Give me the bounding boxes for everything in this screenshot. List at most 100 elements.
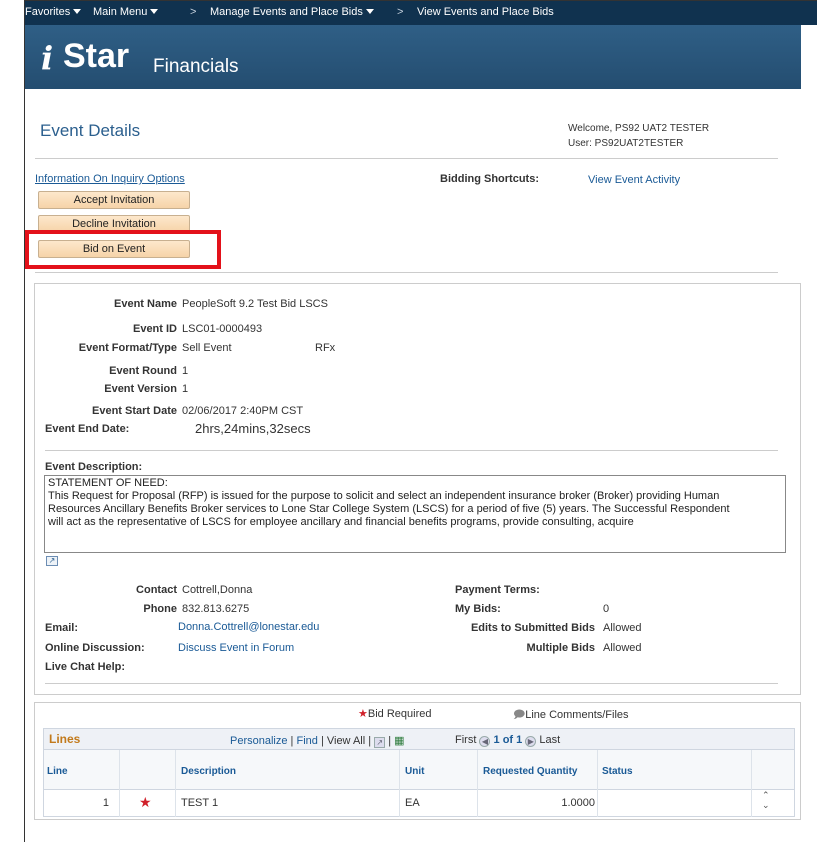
- divider: [45, 683, 778, 684]
- column-divider: [477, 750, 478, 817]
- top-nav-bar: Favorites Main Menu > Manage Events and …: [25, 1, 817, 25]
- highlight-box: [25, 230, 221, 269]
- personalize-link[interactable]: Personalize: [230, 735, 287, 747]
- online-discussion-label: Online Discussion:: [45, 642, 145, 654]
- email-link[interactable]: Donna.Cottrell@lonestar.edu: [178, 621, 319, 633]
- bidding-shortcuts-label: Bidding Shortcuts:: [440, 173, 539, 185]
- column-divider: [751, 750, 752, 817]
- chevron-down-icon: [365, 9, 374, 14]
- event-start-label: Event Start Date: [92, 405, 177, 417]
- breadcrumb-separator: >: [190, 6, 197, 18]
- main-menu[interactable]: Main Menu: [93, 6, 159, 18]
- line-comments-text: Line Comments/Files: [525, 709, 629, 721]
- pipe-separator: |: [320, 735, 324, 747]
- chevron-down-icon[interactable]: ⌄: [762, 800, 770, 810]
- line-comments-legend: 🗩Line Comments/Files: [513, 706, 629, 725]
- event-round-value: 1: [182, 365, 189, 377]
- event-end-label: Event End Date:: [45, 423, 130, 435]
- my-bids-value: 0: [603, 603, 610, 615]
- event-type-value: RFx: [315, 342, 336, 354]
- lines-grid-title: Lines: [49, 732, 81, 746]
- required-star-icon: ★: [139, 794, 152, 810]
- view-all-link[interactable]: View All: [327, 735, 365, 747]
- multiple-bids-value: Allowed: [603, 642, 642, 654]
- favorites-menu[interactable]: Favorites: [25, 6, 82, 18]
- welcome-block: Welcome, PS92 UAT2 TESTER User: PS92UAT2…: [568, 121, 709, 151]
- comment-bubble-icon: 🗩: [513, 709, 526, 721]
- find-link[interactable]: Find: [296, 735, 317, 747]
- expand-icon[interactable]: ↗: [46, 556, 58, 566]
- divider: [35, 158, 778, 159]
- next-icon[interactable]: ▶: [525, 736, 537, 747]
- pipe-separator: |: [368, 735, 372, 747]
- welcome-text: Welcome, PS92 UAT2 TESTER: [568, 123, 710, 134]
- column-divider: [399, 750, 400, 817]
- edits-submitted-bids-label: Edits to Submitted Bids: [470, 622, 595, 634]
- previous-icon[interactable]: ◀: [479, 736, 491, 747]
- new-window-icon[interactable]: ↗: [374, 737, 386, 748]
- logo-financials: Financials: [153, 56, 239, 77]
- chevron-down-icon: [73, 9, 82, 14]
- lines-grid-toolbar: [43, 728, 795, 750]
- contact-value: Cottrell,Donna: [182, 584, 253, 596]
- event-round-label: Event Round: [109, 365, 177, 377]
- event-id-label: Event ID: [132, 323, 177, 335]
- column-header-description[interactable]: Description: [181, 766, 236, 777]
- breadcrumb-manage-events-label: Manage Events and Place Bids: [210, 6, 363, 18]
- view-event-activity-link[interactable]: View Event Activity: [588, 174, 680, 186]
- bid-required-legend: ★Bid Required: [358, 707, 431, 720]
- main-menu-label: Main Menu: [93, 6, 148, 18]
- row-scroll-arrows[interactable]: ⌃ ⌄: [762, 790, 770, 810]
- info-inquiry-options-link[interactable]: Information On Inquiry Options: [35, 173, 185, 185]
- favorites-label: Favorites: [25, 6, 71, 18]
- column-divider: [119, 750, 120, 817]
- logo-star: Star: [63, 37, 130, 75]
- event-description-textarea[interactable]: STATEMENT OF NEED: This Request for Prop…: [44, 475, 786, 553]
- breadcrumb-view-events[interactable]: View Events and Place Bids: [417, 6, 554, 18]
- edits-submitted-bids-value: Allowed: [603, 622, 642, 634]
- column-divider: [597, 750, 598, 817]
- event-id-value: LSC01-0000493: [182, 323, 263, 335]
- user-id-text: User: PS92UAT2TESTER: [568, 138, 684, 149]
- payment-terms-label: Payment Terms:: [455, 584, 540, 596]
- divider: [45, 450, 778, 451]
- app-banner: i Star Financials: [25, 25, 801, 89]
- cell-unit: EA: [405, 797, 420, 809]
- event-version-label: Event Version: [104, 383, 177, 395]
- accept-invitation-button[interactable]: Accept Invitation: [38, 191, 190, 209]
- column-header-line[interactable]: Line: [47, 766, 68, 777]
- column-header-status[interactable]: Status: [602, 766, 633, 777]
- column-header-unit[interactable]: Unit: [405, 766, 424, 777]
- first-label[interactable]: First: [455, 734, 476, 746]
- email-label: Email:: [45, 622, 79, 634]
- contact-label: Contact: [136, 584, 177, 596]
- required-star-icon: ★: [358, 708, 368, 720]
- event-start-value: 02/06/2017 2:40PM CST: [182, 405, 304, 417]
- description-line: Resources Ancillary Benefits Broker serv…: [48, 503, 730, 515]
- event-description-label: Event Description:: [45, 461, 143, 473]
- discuss-event-forum-link[interactable]: Discuss Event in Forum: [178, 642, 294, 654]
- column-header-requested-quantity[interactable]: Requested Quantity: [483, 766, 577, 777]
- page-frame: Favorites Main Menu > Manage Events and …: [24, 0, 817, 842]
- chevron-down-icon: [150, 9, 159, 14]
- description-line: will act as the representative of LSCS f…: [48, 516, 634, 528]
- last-label[interactable]: Last: [539, 734, 560, 746]
- pipe-separator: |: [388, 735, 392, 747]
- grid-tools: Personalize | Find | View All | ↗ | ▦: [230, 734, 405, 748]
- event-format-value: Sell Event: [182, 342, 232, 354]
- description-line: This Request for Proposal (RFP) is issue…: [48, 490, 720, 502]
- event-name-value: PeopleSoft 9.2 Test Bid LSCS: [182, 298, 328, 310]
- breadcrumb-manage-events[interactable]: Manage Events and Place Bids: [210, 6, 374, 18]
- multiple-bids-label: Multiple Bids: [526, 642, 595, 654]
- chevron-up-icon[interactable]: ⌃: [762, 790, 770, 800]
- phone-value: 832.813.6275: [182, 603, 250, 615]
- my-bids-label: My Bids:: [455, 603, 501, 615]
- live-chat-help-label: Live Chat Help:: [45, 661, 126, 673]
- event-format-label: Event Format/Type: [78, 342, 177, 354]
- cell-requested-quantity: 1.0000: [561, 797, 595, 809]
- download-grid-icon[interactable]: ▦: [394, 735, 404, 747]
- pager-count: 1 of 1: [493, 734, 523, 746]
- cell-description: TEST 1: [181, 797, 219, 809]
- phone-label: Phone: [143, 603, 177, 615]
- breadcrumb-separator: >: [397, 6, 404, 18]
